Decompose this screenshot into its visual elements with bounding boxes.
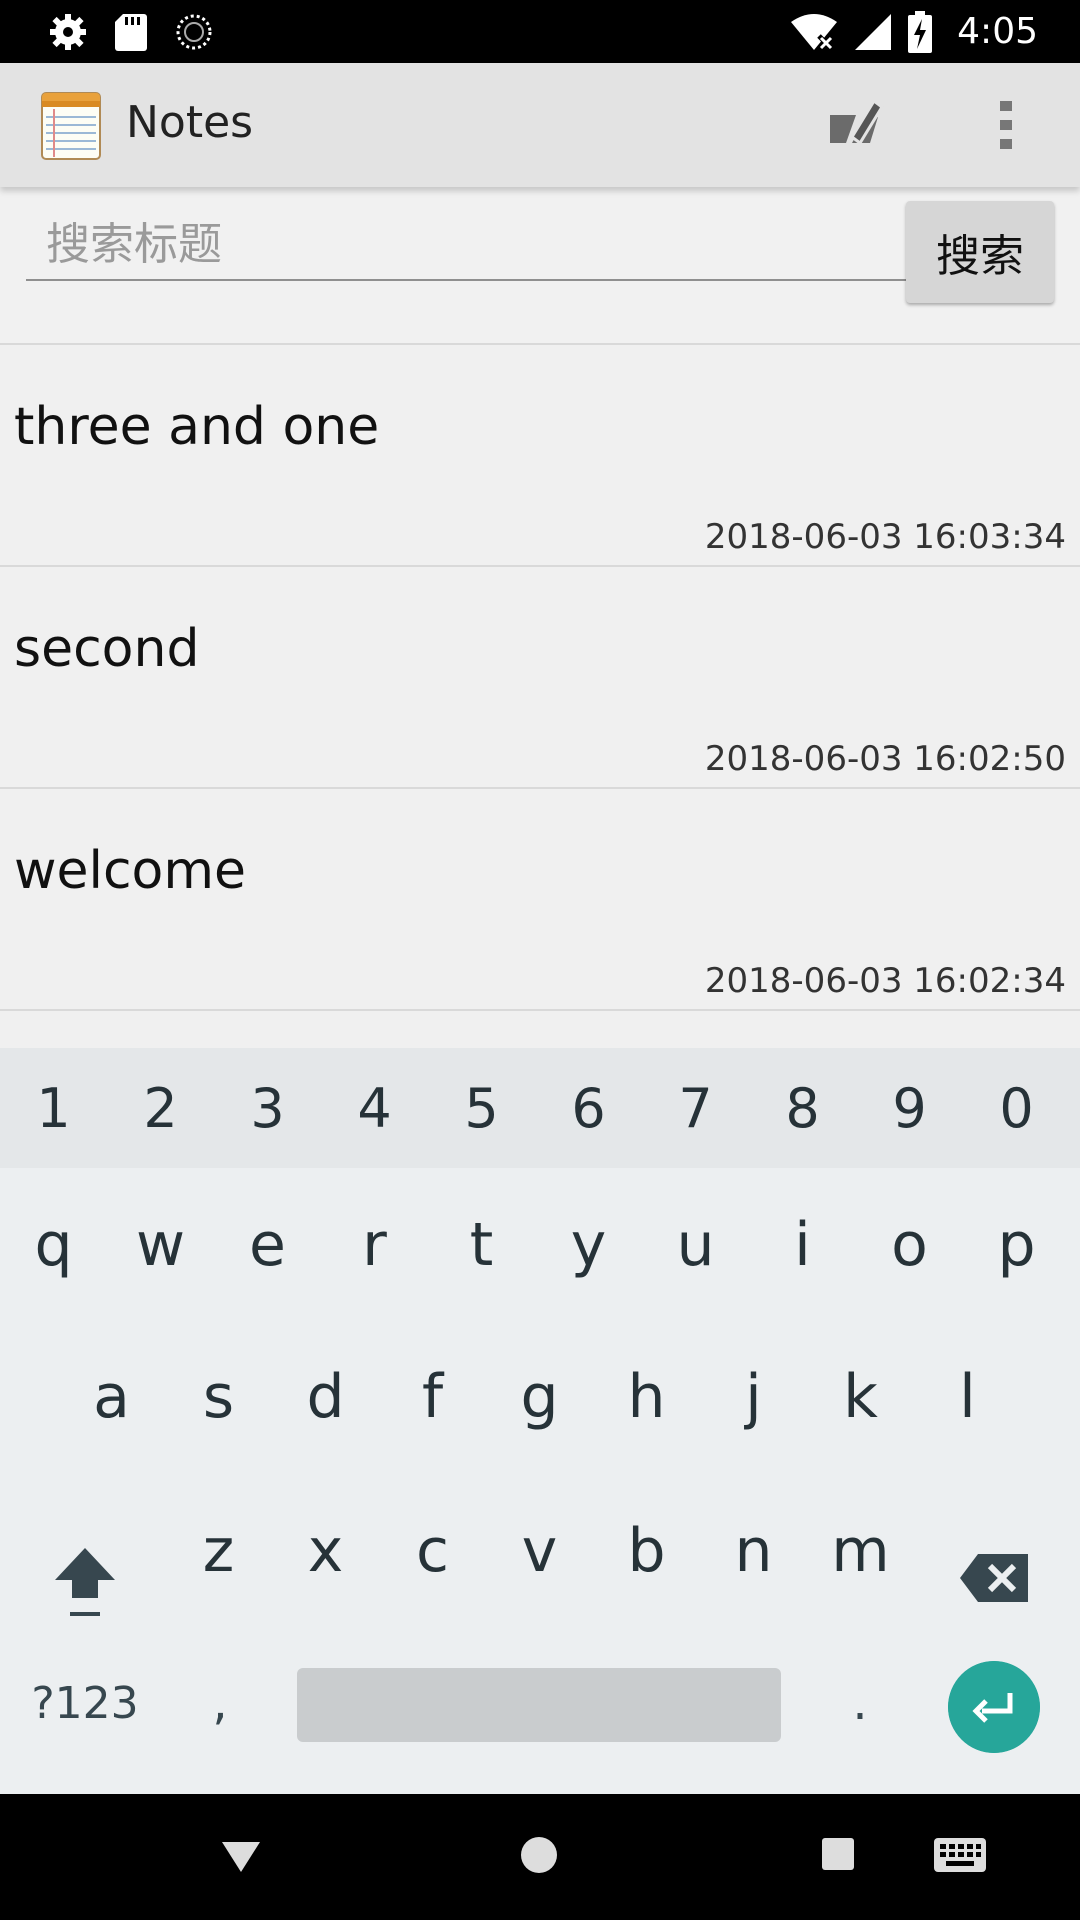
keyboard-switch-icon[interactable] xyxy=(932,1834,988,1876)
key-b[interactable]: b xyxy=(593,1476,700,1626)
backspace-icon[interactable] xyxy=(958,1528,1032,1628)
keyboard-number-row: 1 2 3 4 5 6 7 8 9 0 xyxy=(0,1048,1080,1168)
key-k[interactable]: k xyxy=(807,1322,914,1472)
key-l[interactable]: l xyxy=(914,1322,1021,1472)
note-item[interactable]: welcome 2018-06-03 16:02:34 xyxy=(0,789,1080,1011)
space-bar[interactable] xyxy=(297,1668,781,1742)
status-bar: 4:05 xyxy=(0,0,1080,63)
note-title: second xyxy=(14,619,200,679)
key-1[interactable]: 1 xyxy=(0,1048,107,1168)
key-h[interactable]: h xyxy=(593,1322,700,1472)
note-date: 2018-06-03 16:03:34 xyxy=(704,517,1066,557)
search-input[interactable] xyxy=(26,215,906,281)
key-5[interactable]: 5 xyxy=(428,1048,535,1168)
notes-list: three and one 2018-06-03 16:03:34 second… xyxy=(0,345,1080,1011)
key-n[interactable]: n xyxy=(700,1476,807,1626)
notes-app-icon xyxy=(41,92,101,160)
comma-key[interactable]: , xyxy=(180,1648,260,1758)
key-y[interactable]: y xyxy=(535,1170,642,1320)
symbols-key[interactable]: ?123 xyxy=(20,1648,150,1758)
overflow-menu-icon[interactable] xyxy=(980,93,1032,157)
key-a[interactable]: a xyxy=(58,1322,165,1472)
key-t[interactable]: t xyxy=(428,1170,535,1320)
home-icon[interactable] xyxy=(518,1834,560,1876)
keyboard-row-1: q w e r t y u i o p xyxy=(0,1170,1080,1320)
key-c[interactable]: c xyxy=(379,1476,486,1626)
wifi-off-icon xyxy=(791,13,838,52)
key-u[interactable]: u xyxy=(642,1170,749,1320)
note-title: welcome xyxy=(14,841,247,901)
recents-icon[interactable] xyxy=(820,1836,856,1872)
battery-charging-icon xyxy=(908,10,933,53)
shift-icon[interactable] xyxy=(40,1518,130,1638)
app-bar: Notes xyxy=(0,63,1080,187)
key-3[interactable]: 3 xyxy=(214,1048,321,1168)
key-d[interactable]: d xyxy=(272,1322,379,1472)
period-key[interactable]: . xyxy=(820,1648,900,1758)
key-9[interactable]: 9 xyxy=(856,1048,963,1168)
key-e[interactable]: e xyxy=(214,1170,321,1320)
note-title: three and one xyxy=(14,397,380,457)
key-w[interactable]: w xyxy=(107,1170,214,1320)
key-4[interactable]: 4 xyxy=(321,1048,428,1168)
note-item[interactable]: three and one 2018-06-03 16:03:34 xyxy=(0,345,1080,567)
key-p[interactable]: p xyxy=(963,1170,1070,1320)
sync-icon xyxy=(176,14,212,50)
key-m[interactable]: m xyxy=(807,1476,914,1626)
note-item[interactable]: second 2018-06-03 16:02:50 xyxy=(0,567,1080,789)
note-date: 2018-06-03 16:02:34 xyxy=(704,961,1066,1001)
key-v[interactable]: v xyxy=(486,1476,593,1626)
navigation-bar xyxy=(0,1794,1080,1920)
keyboard-row-3: z x c v b n m xyxy=(0,1476,1080,1626)
key-g[interactable]: g xyxy=(486,1322,593,1472)
key-6[interactable]: 6 xyxy=(535,1048,642,1168)
settings-icon xyxy=(50,14,86,50)
key-o[interactable]: o xyxy=(856,1170,963,1320)
status-time: 4:05 xyxy=(957,11,1038,52)
key-j[interactable]: j xyxy=(700,1322,807,1472)
key-x[interactable]: x xyxy=(272,1476,379,1626)
search-bar: 搜索 xyxy=(0,187,1080,345)
soft-keyboard: 1 2 3 4 5 6 7 8 9 0 q w e r t y u i o p … xyxy=(0,1048,1080,1794)
back-icon[interactable] xyxy=(218,1832,264,1878)
note-date: 2018-06-03 16:02:50 xyxy=(704,739,1066,779)
search-button[interactable]: 搜索 xyxy=(906,201,1054,303)
key-8[interactable]: 8 xyxy=(749,1048,856,1168)
keyboard-row-2: a s d f g h j k l xyxy=(0,1322,1080,1472)
key-s[interactable]: s xyxy=(165,1322,272,1472)
key-r[interactable]: r xyxy=(321,1170,428,1320)
sd-card-icon xyxy=(115,14,147,51)
key-i[interactable]: i xyxy=(749,1170,856,1320)
key-q[interactable]: q xyxy=(0,1170,107,1320)
key-0[interactable]: 0 xyxy=(963,1048,1070,1168)
screen: 4:05 Notes 搜索标题 搜索 three and one 2018-06… xyxy=(0,0,1080,1920)
compose-icon[interactable] xyxy=(822,93,886,157)
key-7[interactable]: 7 xyxy=(642,1048,749,1168)
key-f[interactable]: f xyxy=(379,1322,486,1472)
signal-icon xyxy=(855,13,892,50)
app-title: Notes xyxy=(126,97,254,148)
enter-icon[interactable] xyxy=(948,1661,1040,1753)
key-2[interactable]: 2 xyxy=(107,1048,214,1168)
key-z[interactable]: z xyxy=(165,1476,272,1626)
